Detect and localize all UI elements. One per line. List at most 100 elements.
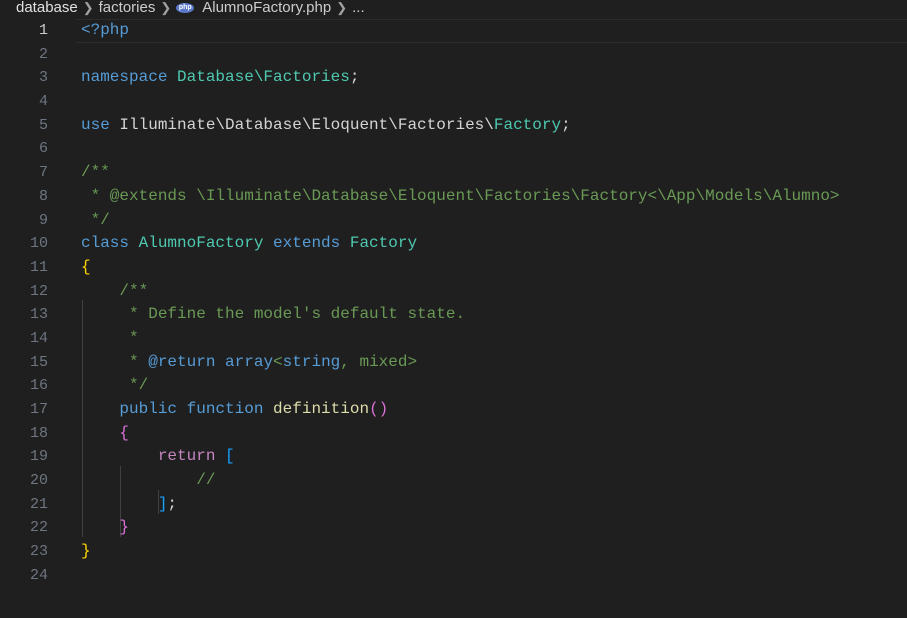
code-line[interactable]: 5 use Illuminate\Database\Eloquent\Factor… bbox=[0, 114, 907, 138]
code-line[interactable]: 9 */ bbox=[0, 209, 907, 233]
line-number: 8 bbox=[38, 187, 48, 205]
code-token: array bbox=[225, 352, 274, 371]
line-number: 18 bbox=[29, 424, 48, 442]
chevron-right-icon: ❯ bbox=[160, 0, 172, 15]
code-line[interactable]: 7 /** bbox=[0, 161, 907, 185]
code-token: mixed bbox=[359, 352, 408, 371]
line-number: 23 bbox=[29, 543, 48, 561]
code-token: public bbox=[119, 400, 187, 418]
breadcrumb-folder-factories[interactable]: factories bbox=[99, 0, 156, 16]
line-number: 11 bbox=[29, 258, 48, 276]
line-number: 19 bbox=[29, 448, 48, 466]
code-token: ; bbox=[167, 494, 178, 513]
code-line[interactable]: 12 /** bbox=[0, 280, 907, 304]
code-line[interactable]: 19 return [ bbox=[0, 445, 907, 469]
line-content: public function definition() bbox=[81, 398, 388, 422]
code-token: use bbox=[81, 115, 120, 134]
code-token: * bbox=[81, 328, 139, 347]
line-number: 4 bbox=[38, 93, 48, 111]
code-token: return bbox=[157, 447, 226, 466]
line-number: 22 bbox=[29, 519, 48, 537]
line-content: * bbox=[81, 327, 139, 351]
code-line[interactable]: 6 bbox=[0, 137, 907, 161]
code-token: class bbox=[81, 234, 139, 253]
code-token: AlumnoFactory bbox=[138, 234, 274, 253]
code-token: // bbox=[196, 471, 216, 490]
code-token: */ bbox=[81, 376, 149, 395]
line-content: */ bbox=[81, 209, 110, 233]
code-line[interactable]: 4 bbox=[0, 90, 907, 114]
line-number: 16 bbox=[29, 377, 48, 395]
code-line[interactable]: 22 } bbox=[0, 516, 907, 540]
code-token: * bbox=[81, 352, 149, 371]
line-content: * @return array<string, mixed> bbox=[81, 351, 417, 375]
code-token: /** bbox=[81, 163, 110, 182]
code-line[interactable]: 24 bbox=[0, 564, 907, 588]
line-number: 15 bbox=[29, 353, 48, 371]
line-number: 2 bbox=[38, 45, 48, 63]
code-token: * Define the model's default state. bbox=[81, 305, 466, 324]
code-line[interactable]: 8 * @extends \Illuminate\Database\Eloque… bbox=[0, 185, 907, 209]
code-token: @return bbox=[148, 352, 226, 371]
code-line[interactable]: 2 bbox=[0, 43, 907, 67]
code-token: ; bbox=[349, 68, 360, 87]
code-line[interactable]: 11 { bbox=[0, 256, 907, 280]
line-number: 12 bbox=[29, 282, 48, 300]
code-token: Factory bbox=[349, 234, 418, 253]
line-content: namespace Database\Factories; bbox=[81, 66, 359, 90]
line-number: 21 bbox=[29, 495, 48, 513]
line-number: 17 bbox=[29, 401, 48, 418]
breadcrumb-folder-database[interactable]: database bbox=[0, 0, 78, 16]
code-token: definition bbox=[273, 400, 370, 418]
line-content: { bbox=[81, 422, 129, 446]
code-line[interactable]: 23} bbox=[0, 540, 907, 564]
code-line[interactable]: 13 * Define the model's default state. bbox=[0, 303, 907, 327]
code-line[interactable]: 10 class AlumnoFactory extends Factory bbox=[0, 232, 907, 256]
code-line[interactable]: 16 */ bbox=[0, 374, 907, 398]
line-number: 1 bbox=[38, 22, 48, 39]
line-content: return [ bbox=[81, 445, 235, 469]
code-line[interactable]: 14 * bbox=[0, 327, 907, 351]
code-token: } bbox=[119, 518, 130, 537]
code-token: } bbox=[81, 542, 91, 561]
code-line[interactable]: 17 public function definition() bbox=[0, 398, 907, 422]
code-token: function bbox=[186, 400, 274, 418]
code-line[interactable]: 20 // bbox=[0, 469, 907, 493]
code-line[interactable]: 21 ]; bbox=[0, 493, 907, 517]
breadcrumb-symbols[interactable]: ... bbox=[352, 0, 365, 16]
breadcrumb-file[interactable]: AlumnoFactory.php bbox=[202, 0, 331, 16]
code-token: { bbox=[81, 257, 91, 276]
line-content: /** bbox=[81, 280, 148, 304]
breadcrumb: database ❯ factories ❯ php AlumnoFactory… bbox=[0, 0, 907, 16]
code-line[interactable]: 3 namespace Database\Factories; bbox=[0, 66, 907, 90]
line-number: 7 bbox=[38, 164, 48, 182]
line-content: <?php bbox=[81, 19, 129, 43]
line-content: * Define the model's default state. bbox=[81, 303, 465, 327]
line-content: } bbox=[81, 540, 91, 564]
code-line[interactable]: 1 <?php bbox=[0, 19, 907, 43]
code-token: () bbox=[369, 400, 389, 418]
code-token: ; bbox=[561, 115, 571, 134]
line-number: 6 bbox=[38, 140, 48, 158]
line-number: 14 bbox=[29, 329, 48, 347]
chevron-right-icon: ❯ bbox=[336, 0, 348, 15]
code-editor[interactable]: 1 <?php 2 3 namespace Database\Factories; 4 5 u… bbox=[0, 19, 907, 588]
code-token: <?php bbox=[81, 21, 130, 39]
code-token: > bbox=[407, 352, 418, 371]
line-content: use Illuminate\Database\Eloquent\Factori… bbox=[81, 114, 571, 138]
line-number: 9 bbox=[38, 211, 48, 229]
line-content: ]; bbox=[81, 493, 177, 517]
code-token: namespace bbox=[81, 68, 178, 87]
line-content: { bbox=[81, 256, 91, 280]
code-line[interactable]: 18 { bbox=[0, 422, 907, 446]
code-line[interactable]: 15 * @return array<string, mixed> bbox=[0, 351, 907, 375]
line-content: } bbox=[81, 516, 129, 540]
chevron-right-icon: ❯ bbox=[82, 0, 94, 15]
